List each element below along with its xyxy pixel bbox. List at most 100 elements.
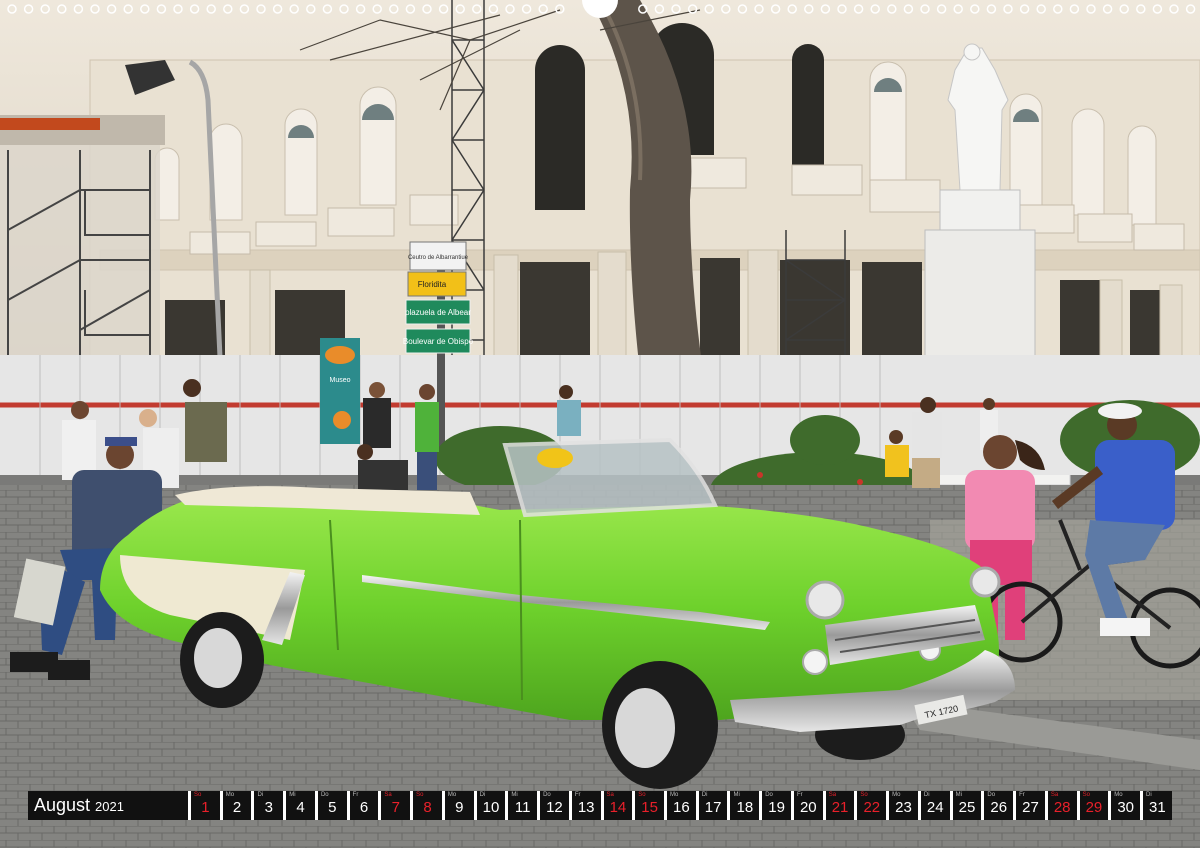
day-number: 30 (1117, 799, 1134, 816)
spiral-ring (887, 4, 897, 14)
day-cell: Mi 4 (286, 791, 315, 820)
day-number: 6 (359, 799, 369, 816)
spiral-ring (189, 4, 200, 14)
spiral-ring (372, 4, 382, 14)
day-cell: Di 17 (698, 791, 728, 820)
day-cell: Sa 7 (381, 791, 411, 820)
day-number: 17 (704, 799, 722, 816)
sign-top-text: Ceutro de Albarrantiue (408, 255, 469, 261)
day-number: 14 (609, 799, 627, 816)
spiral-ring (339, 4, 349, 14)
day-cell: Di 31 (1143, 791, 1172, 820)
spiral-ring (704, 4, 714, 14)
day-number: 26 (990, 799, 1008, 816)
spiral-ring (355, 4, 366, 14)
calendar-strip: August 2021 So 1 Mo 2 Di 3 Mi 4 Do 5 Fr 6 Sa 7 So 8 Mo 9 D… (28, 791, 1172, 820)
sign-green1-text: plazuela de Albear (405, 308, 471, 317)
day-cell: Mo 9 (444, 791, 474, 820)
spiral-ring (223, 4, 233, 14)
photo-background: Ceutro de Albarrantiue Floridita plazuel… (0, 0, 1200, 848)
day-cell: Mo 30 (1111, 791, 1141, 820)
spiral-ring (1086, 4, 1096, 14)
spiral-ring (57, 4, 67, 14)
spiral-ring (106, 4, 117, 14)
day-cell: Do 19 (762, 791, 791, 820)
spiral-ring (970, 4, 980, 14)
spiral-ring (638, 4, 648, 14)
spiral-ring (206, 4, 216, 14)
spiral-ring (306, 4, 316, 14)
spiral-ring (737, 4, 748, 14)
spiral-ring (1053, 4, 1063, 14)
day-cell: Do 5 (317, 791, 347, 820)
month-label-box: August 2021 (28, 791, 188, 820)
day-number: 22 (863, 799, 881, 816)
spiral-ring (472, 4, 482, 14)
day-cell: Fr 20 (793, 791, 823, 820)
day-number: 25 (958, 799, 976, 816)
spiral-ring (505, 4, 515, 14)
spiral-ring (837, 4, 847, 14)
spiral-ring (405, 4, 416, 14)
hanging-notch (582, 0, 618, 18)
spiral-ring (820, 4, 831, 14)
spiral-ring (654, 4, 665, 14)
spiral-ring (156, 4, 167, 14)
day-cell: Fr 27 (1016, 791, 1045, 820)
spiral-ring (903, 4, 914, 14)
poster-text: Museo (329, 377, 350, 384)
day-number: 23 (895, 799, 912, 816)
spiral-ring (787, 4, 797, 14)
day-number: 16 (673, 799, 690, 816)
day-number: 8 (423, 799, 432, 816)
stair-structure (0, 115, 165, 360)
spiral-ring (687, 4, 698, 14)
day-cell: Fr 13 (571, 791, 601, 820)
day-cell: Do 26 (984, 791, 1014, 820)
day-cell: Mo 16 (667, 791, 696, 820)
day-number: 13 (577, 799, 595, 816)
spiral-ring (721, 4, 731, 14)
day-number: 15 (641, 799, 658, 816)
spiral-ring (920, 4, 930, 14)
spiral-ring (73, 4, 84, 14)
spiral-ring (7, 4, 17, 14)
day-cell: Mi 18 (730, 791, 760, 820)
day-number: 27 (1022, 799, 1039, 816)
day-cell: So 1 (191, 791, 220, 820)
spiral-ring (1102, 4, 1113, 14)
spiral-ring (1169, 4, 1179, 14)
spiral-ring (853, 4, 864, 14)
day-number: 20 (799, 799, 817, 816)
spiral-ring (455, 4, 465, 14)
spiral-ring (555, 4, 565, 14)
day-cell: Do 12 (540, 791, 569, 820)
spiral-ring (1019, 4, 1030, 14)
day-number: 3 (264, 799, 273, 816)
day-cell: Sa 21 (825, 791, 855, 820)
day-cell: So 15 (635, 791, 665, 820)
spiral-ring (1036, 4, 1046, 14)
spiral-ring (986, 4, 997, 14)
month-name: August (34, 795, 91, 815)
spiral-ring (1185, 4, 1196, 14)
spiral-ring (754, 4, 764, 14)
day-number: 10 (482, 799, 500, 816)
spiral-ring (770, 4, 781, 14)
spiral-ring (1003, 4, 1013, 14)
spiral-ring (1152, 4, 1163, 14)
day-cell: So 22 (857, 791, 887, 820)
day-cell: Sa 14 (603, 791, 633, 820)
day-number: 19 (768, 799, 785, 816)
museum-poster: Museo (320, 338, 360, 444)
spiral-ring (256, 4, 266, 14)
sign-yellow-text: Floridita (418, 280, 447, 289)
day-cell: Mi 25 (952, 791, 982, 820)
month-year: 2021 (95, 799, 124, 814)
day-cell: So 8 (413, 791, 442, 820)
day-number: 12 (546, 799, 563, 816)
day-number: 29 (1085, 799, 1103, 816)
day-cell: So 29 (1079, 791, 1109, 820)
sign-green2-text: Boulevar de Obispo (403, 337, 474, 346)
spiral-ring (23, 4, 34, 14)
